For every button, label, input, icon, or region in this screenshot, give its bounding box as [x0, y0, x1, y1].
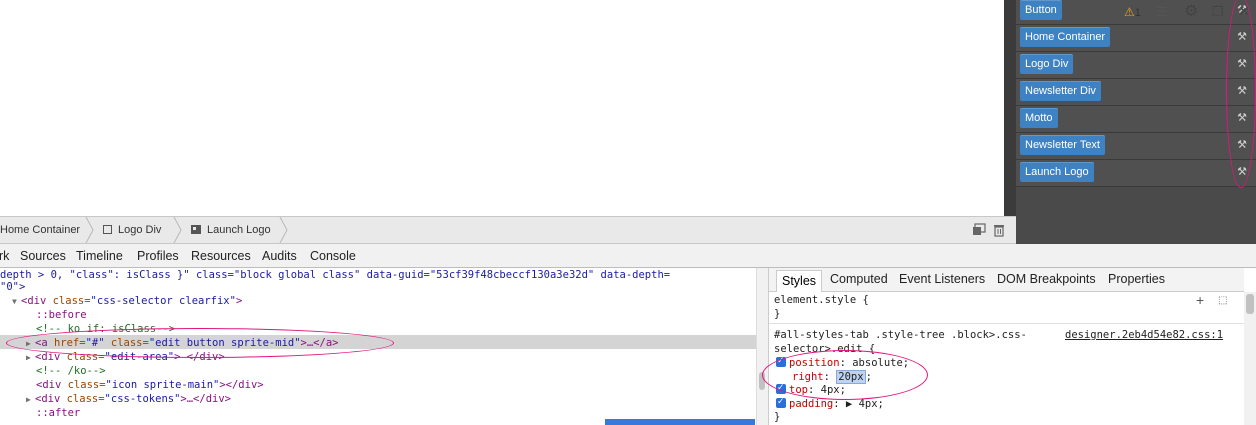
- dom-node-icon[interactable]: <div class="icon sprite-main"></div>: [36, 378, 264, 392]
- list-item-motto[interactable]: Motto ⚒: [1016, 106, 1256, 133]
- element-style-rule[interactable]: element.style {: [774, 293, 869, 307]
- element-label[interactable]: Motto: [1020, 108, 1058, 128]
- div-icon: [103, 225, 112, 234]
- toggle-element-state-icon[interactable]: ⬚: [1218, 295, 1232, 307]
- execution-context-icon[interactable]: ☰: [1156, 4, 1172, 20]
- breadcrumb-separator: [173, 217, 182, 243]
- element-list-panel: Button ⚒ Home Container ⚒ Logo Div ⚒ New…: [1004, 0, 1256, 244]
- annotation-oval: [762, 350, 928, 400]
- expanded-arrow-icon[interactable]: ▼: [12, 295, 21, 309]
- devtools-tabbar: rk Sources Timeline Profiles Resources A…: [0, 244, 1256, 268]
- tab-profiles[interactable]: Profiles: [137, 244, 179, 268]
- selected-breadcrumb-strip: [605, 419, 755, 425]
- panel-edge: [1004, 0, 1016, 244]
- warning-icon: ⚠: [1124, 5, 1135, 19]
- tab-resources[interactable]: Resources: [191, 244, 251, 268]
- page-canvas: [0, 0, 1004, 216]
- rule-selector[interactable]: #all-styles-tab .style-tree .block>.css-: [774, 328, 1027, 342]
- list-item-newsletter-div[interactable]: Newsletter Div ⚒: [1016, 79, 1256, 106]
- breadcrumb-separator: [85, 217, 94, 243]
- breadcrumb-label: Logo Div: [118, 224, 162, 236]
- tab-console[interactable]: Console: [310, 244, 356, 268]
- tab-network[interactable]: rk: [0, 244, 9, 268]
- list-item-launch-logo[interactable]: Launch Logo ⚒: [1016, 160, 1256, 187]
- tab-timeline[interactable]: Timeline: [76, 244, 123, 268]
- list-item-logo-div[interactable]: Logo Div ⚒: [1016, 52, 1256, 79]
- dom-node-css-selector[interactable]: ▼ <div class="css-selector clearfix">: [12, 294, 242, 308]
- list-item-home-container[interactable]: Home Container ⚒: [1016, 25, 1256, 52]
- breadcrumb: Home Container Logo Div Launch Logo: [0, 216, 1016, 244]
- tab-dom-breakpoints[interactable]: DOM Breakpoints: [997, 268, 1096, 291]
- tab-audits[interactable]: Audits: [262, 244, 297, 268]
- pseudo-after[interactable]: ::after: [36, 406, 80, 420]
- gear-icon[interactable]: ⚙: [1184, 3, 1202, 21]
- tab-styles[interactable]: Styles: [776, 270, 823, 292]
- element-label[interactable]: Button: [1020, 0, 1062, 20]
- tab-sources[interactable]: Sources: [20, 244, 66, 268]
- image-icon: [191, 225, 201, 234]
- annotation-oval: [1226, 0, 1256, 188]
- breadcrumb-label: Launch Logo: [207, 224, 271, 236]
- dom-line[interactable]: "0">: [0, 280, 25, 294]
- breadcrumb-item-logo-div[interactable]: Logo Div: [103, 217, 161, 243]
- tab-event-listeners[interactable]: Event Listeners: [899, 268, 985, 291]
- breadcrumb-item-launch-logo[interactable]: Launch Logo: [191, 217, 271, 243]
- rule-close: }: [774, 411, 781, 423]
- stylesheet-source-link[interactable]: designer.2eb4d54e82.css:1: [1065, 328, 1223, 342]
- collapsed-arrow-icon[interactable]: ▶: [26, 351, 35, 365]
- list-item-newsletter-text[interactable]: Newsletter Text ⚒: [1016, 133, 1256, 160]
- rule-close: }: [774, 308, 781, 320]
- collapsed-arrow-icon[interactable]: ▶: [26, 393, 35, 407]
- breadcrumb-label: Home Container: [0, 224, 81, 236]
- rule-divider: [769, 323, 1244, 324]
- add-rule-icon[interactable]: +: [1196, 293, 1208, 307]
- undock-icon[interactable]: ❐: [1212, 4, 1228, 20]
- trash-icon[interactable]: [992, 223, 1006, 237]
- annotation-oval: [6, 328, 394, 358]
- element-label[interactable]: Newsletter Div: [1020, 81, 1101, 101]
- tab-computed[interactable]: Computed: [830, 268, 888, 291]
- element-label[interactable]: Logo Div: [1020, 54, 1074, 74]
- tab-properties[interactable]: Properties: [1108, 268, 1165, 291]
- styles-tabbar: Computed Event Listeners DOM Breakpoints…: [769, 268, 1244, 292]
- ko-end-comment[interactable]: <!-- /ko-->: [36, 364, 106, 378]
- warning-counter[interactable]: ⚠1: [1124, 4, 1141, 21]
- prop-checkbox[interactable]: [776, 395, 786, 409]
- warning-count: 1: [1134, 7, 1141, 19]
- styles-scrollbar-thumb[interactable]: [1246, 294, 1254, 314]
- dom-line[interactable]: depth > 0, "class": isClass }" class="bl…: [0, 268, 670, 282]
- pseudo-before[interactable]: ::before: [36, 308, 87, 322]
- element-label[interactable]: Home Container: [1020, 27, 1111, 47]
- dock-icon[interactable]: [972, 223, 986, 237]
- breadcrumb-item-home-container[interactable]: Home Container: [0, 217, 80, 243]
- dom-node-css-tokens[interactable]: ▶ <div class="css-tokens">…</div>: [26, 392, 231, 406]
- elements-scrollbar[interactable]: [756, 268, 768, 425]
- breadcrumb-separator: [279, 217, 288, 243]
- element-label[interactable]: Newsletter Text: [1020, 135, 1105, 155]
- element-label[interactable]: Launch Logo: [1020, 162, 1094, 182]
